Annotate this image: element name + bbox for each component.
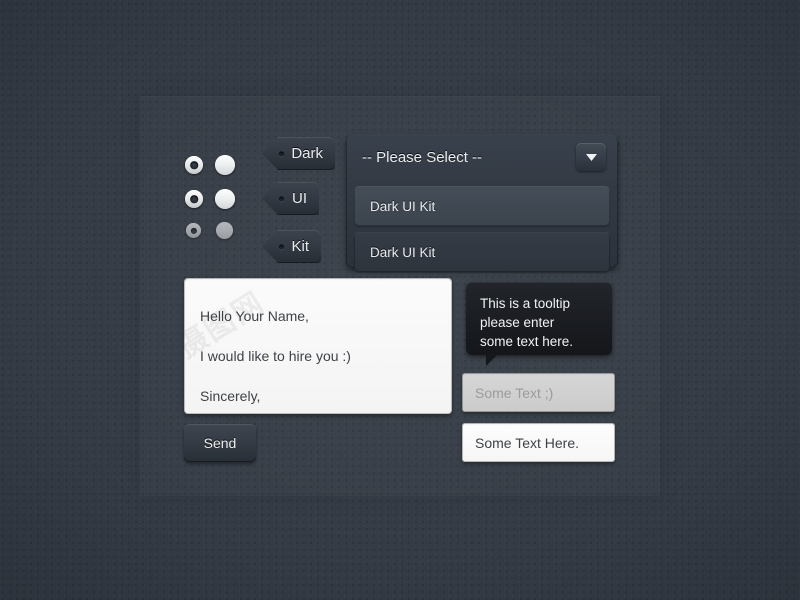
radio-checked-2[interactable] bbox=[185, 190, 203, 208]
tooltip: This is a tooltip please enter some text… bbox=[466, 282, 612, 366]
message-line-3: Sincerely, bbox=[200, 388, 261, 404]
chevron-down-icon[interactable] bbox=[576, 143, 606, 171]
select-option-2[interactable]: Dark UI Kit bbox=[354, 232, 610, 272]
disabled-input-placeholder: Some Text ;) bbox=[475, 384, 554, 401]
tag-button-ui[interactable]: UI bbox=[262, 182, 319, 215]
disabled-text-input[interactable]: Some Text ;) bbox=[462, 373, 615, 412]
ui-kit-stage: Dark UI Kit -- Please Select -- Dark UI … bbox=[0, 0, 800, 600]
message-line-2: I would like to hire you :) bbox=[200, 348, 351, 364]
tag-label-dark: Dark bbox=[291, 145, 323, 162]
select-option-label: Dark UI Kit bbox=[370, 198, 436, 214]
tag-label-ui: UI bbox=[292, 190, 307, 207]
tooltip-line-1: This is a tooltip bbox=[480, 296, 571, 311]
active-text-input[interactable]: Some Text Here. bbox=[462, 423, 615, 462]
tag-button-dark[interactable]: Dark bbox=[262, 137, 335, 170]
radio-plain-1[interactable] bbox=[215, 155, 235, 175]
tag-button-kit[interactable]: Kit bbox=[262, 230, 321, 263]
tag-hole-icon bbox=[279, 196, 284, 201]
tooltip-line-2: please enter bbox=[480, 315, 555, 330]
radio-checked-3[interactable] bbox=[186, 223, 201, 238]
tag-label-kit: Kit bbox=[291, 238, 309, 255]
select-option-label: Dark UI Kit bbox=[370, 244, 436, 260]
tooltip-line-3: some text here. bbox=[480, 334, 574, 349]
send-button[interactable]: Send bbox=[184, 424, 256, 462]
radio-plain-3[interactable] bbox=[216, 222, 233, 239]
message-textarea[interactable]: 摄图网 Hello Your Name, I would like to hir… bbox=[184, 278, 452, 414]
tag-hole-icon bbox=[279, 151, 284, 156]
active-input-value: Some Text Here. bbox=[475, 434, 580, 451]
select-header[interactable]: -- Please Select -- bbox=[354, 134, 610, 180]
select-dropdown[interactable]: -- Please Select -- Dark UI Kit Dark UI … bbox=[346, 134, 618, 272]
tooltip-tail-icon bbox=[486, 353, 499, 366]
radio-plain-2[interactable] bbox=[215, 189, 235, 209]
tag-hole-icon bbox=[279, 244, 284, 249]
select-option-1[interactable]: Dark UI Kit bbox=[354, 186, 610, 226]
send-button-label: Send bbox=[203, 435, 237, 451]
message-line-1: Hello Your Name, bbox=[200, 308, 309, 324]
select-selected-label: -- Please Select -- bbox=[362, 148, 483, 166]
radio-checked-1[interactable] bbox=[185, 156, 203, 174]
